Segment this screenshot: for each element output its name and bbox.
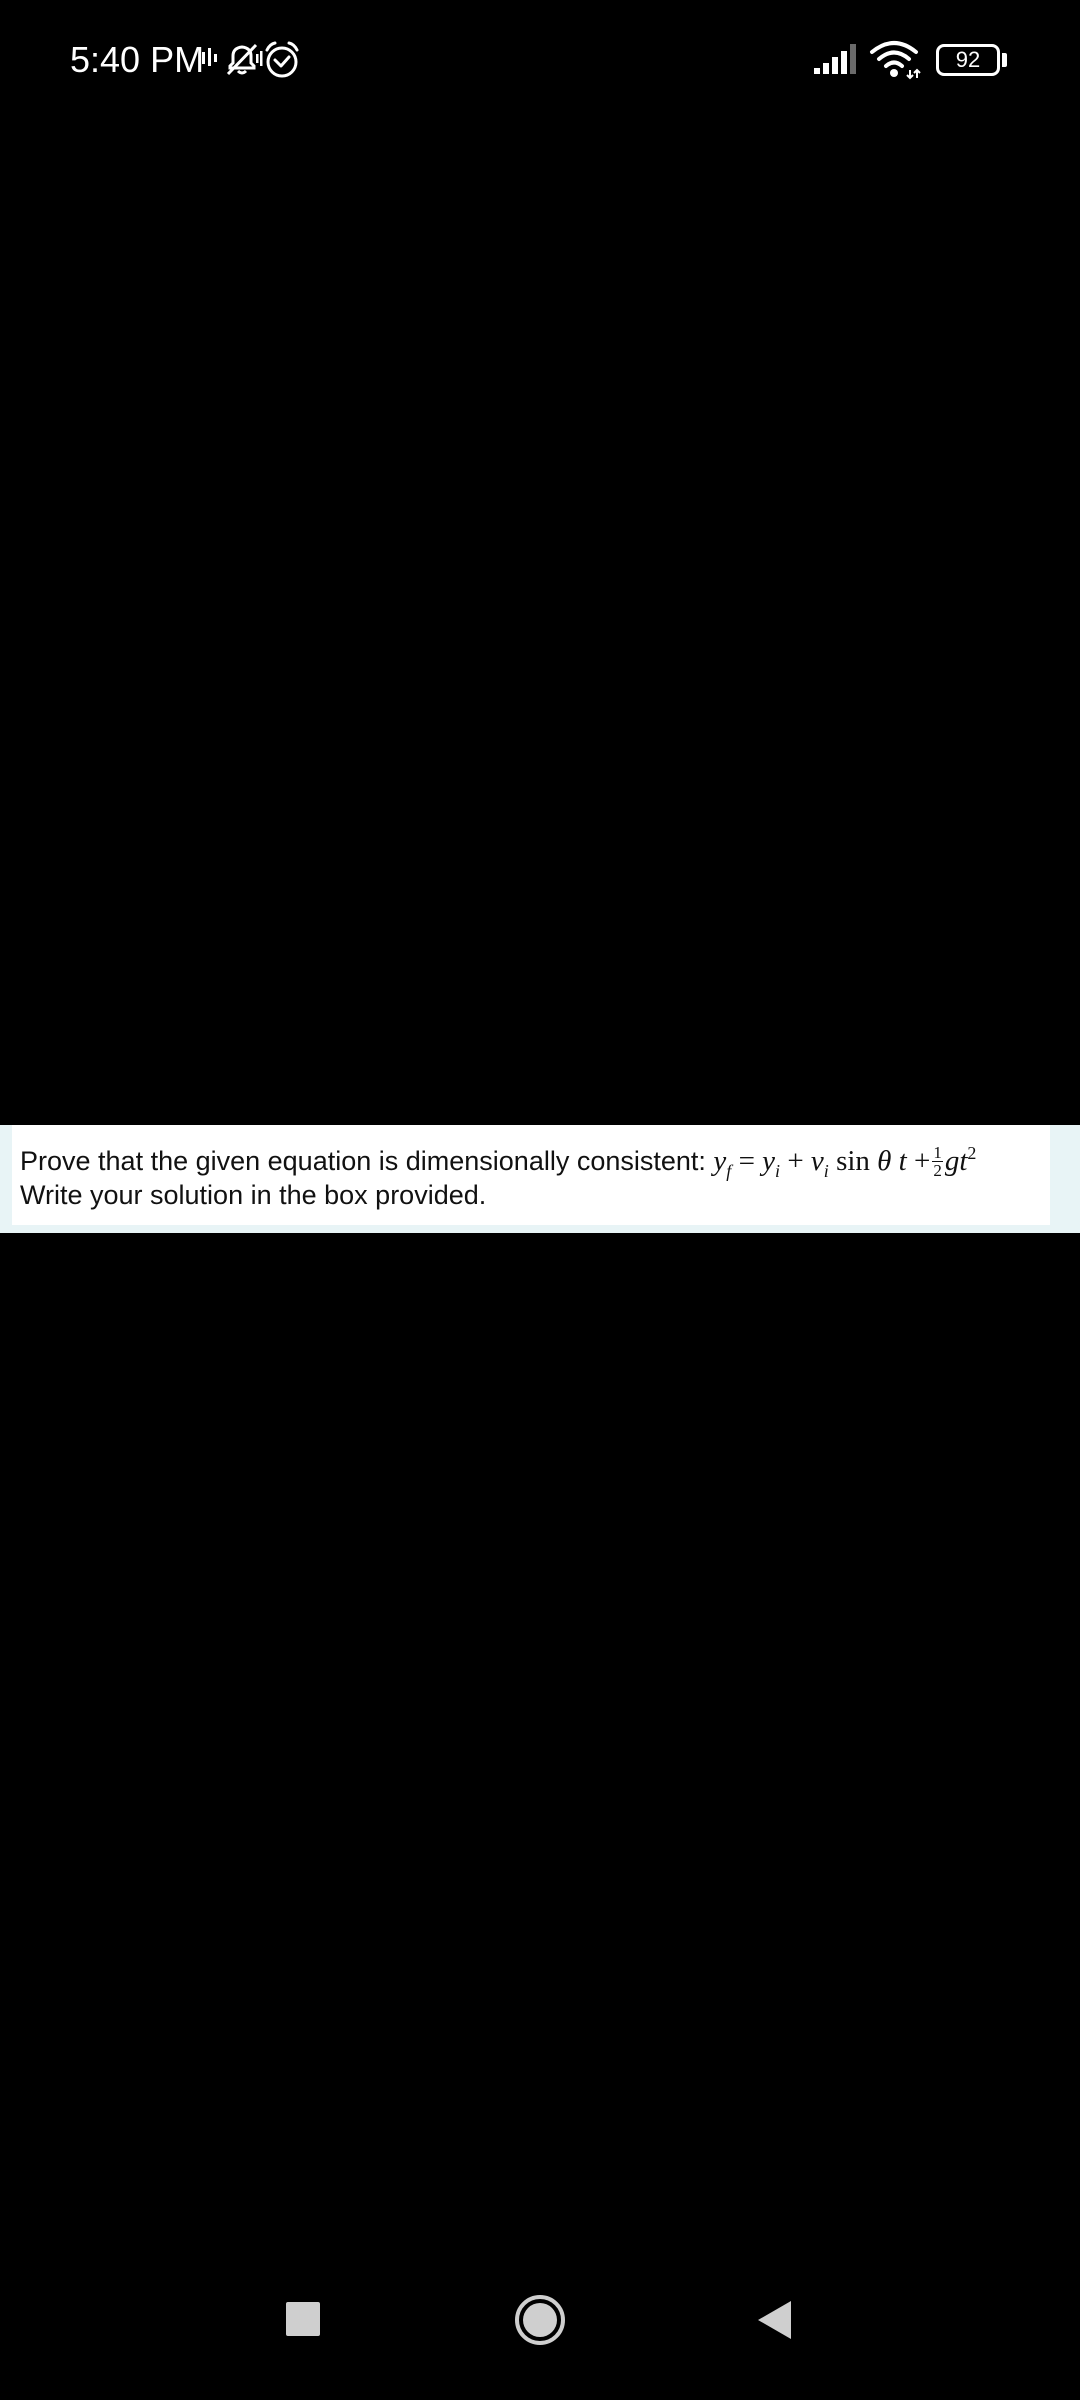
eq-lhs-var: y <box>713 1145 727 1177</box>
eq-term1-var: y <box>762 1145 776 1177</box>
battery-tip <box>1002 53 1007 67</box>
eq-sin: sin <box>836 1145 870 1177</box>
recents-button[interactable] <box>264 2280 344 2360</box>
eq-exp: 2 <box>967 1143 977 1163</box>
eq-term1-sub: i <box>775 1161 781 1181</box>
mute-icon <box>226 43 263 76</box>
eq-theta: θ <box>877 1145 892 1177</box>
eq-frac-den: 2 <box>933 1160 942 1180</box>
signal-icon <box>814 44 856 74</box>
eq-plus1: + <box>787 1145 804 1177</box>
question-instruction: Write your solution in the box provided. <box>20 1180 487 1210</box>
eq-g: g <box>944 1145 960 1177</box>
eq-term2-var: v <box>810 1145 824 1177</box>
question-band: Prove that the given equation is dimensi… <box>0 1125 1080 1233</box>
status-bar: 5:40 PM 92 <box>0 0 1080 120</box>
eq-term2-sub: i <box>823 1161 829 1181</box>
eq-equals: = <box>738 1145 755 1177</box>
eq-t: t <box>898 1145 907 1177</box>
eq-frac-num: 1 <box>932 1142 943 1162</box>
status-time: 5:40 PM <box>70 39 205 80</box>
back-button[interactable] <box>734 2280 814 2360</box>
eq-fraction: 12 <box>932 1144 943 1179</box>
eq-plus2: + <box>913 1145 931 1177</box>
battery-icon: 92 <box>936 44 1000 76</box>
volte-icon <box>202 48 217 66</box>
battery-level: 92 <box>955 47 981 72</box>
nav-bar <box>0 2280 1080 2400</box>
alarm-icon <box>265 41 299 78</box>
home-button[interactable] <box>500 2280 580 2360</box>
equation: yf = yi + vi sin θ t +1 2 gt2 <box>713 1143 977 1180</box>
eq-lhs-sub: f <box>726 1161 732 1181</box>
question-prompt: Prove that the given equation is dimensi… <box>20 1146 706 1176</box>
wifi-icon <box>870 41 921 80</box>
question-box: Prove that the given equation is dimensi… <box>12 1125 1050 1225</box>
